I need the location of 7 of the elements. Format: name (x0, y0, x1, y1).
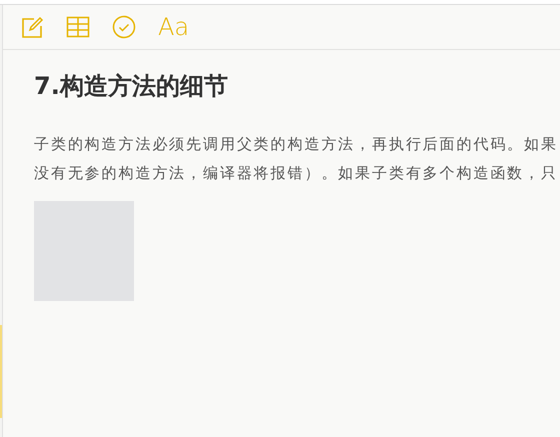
table-icon[interactable] (66, 15, 90, 39)
note-title: 7.构造方法的细节 (34, 71, 229, 102)
text-line: 没有无参的构造方法，编译器将报错）。如果子类有多个构造函数，只 (34, 163, 559, 184)
format-button[interactable]: Aa (158, 13, 190, 41)
text-line: 子类的构造方法必须先调用父类的构造方法，再执行后面的代码。如果 (34, 134, 559, 155)
compose-icon[interactable] (20, 15, 44, 39)
checklist-icon[interactable] (112, 15, 136, 39)
